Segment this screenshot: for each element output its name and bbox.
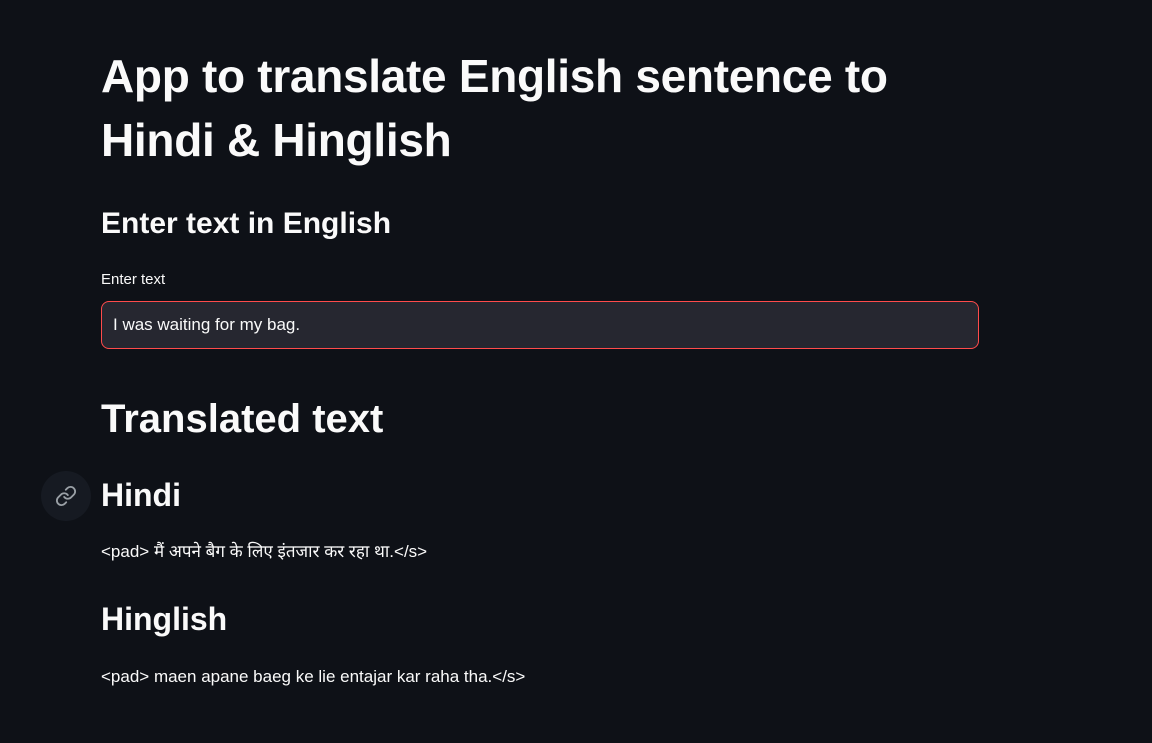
header-anchor-link[interactable] [41, 471, 91, 521]
enter-text-subheader: Enter text in English [101, 207, 392, 240]
link-icon [55, 485, 77, 507]
hindi-translation-text: <pad> मैं अपने बैग के लिए इंतजार कर रहा … [101, 542, 428, 561]
english-text-input[interactable] [101, 301, 979, 349]
translated-text-header: Translated text [101, 397, 384, 441]
page-title: App to translate English sentence to Hin… [101, 50, 888, 166]
hinglish-translation-text: <pad> maen apane baeg ke lie entajar kar… [101, 667, 526, 686]
hinglish-subheader: Hinglish [101, 601, 228, 637]
hindi-subheader: Hindi [101, 477, 181, 513]
main-container: App to translate English sentence to Hin… [0, 0, 1152, 743]
text-input-label: Enter text [101, 271, 166, 288]
